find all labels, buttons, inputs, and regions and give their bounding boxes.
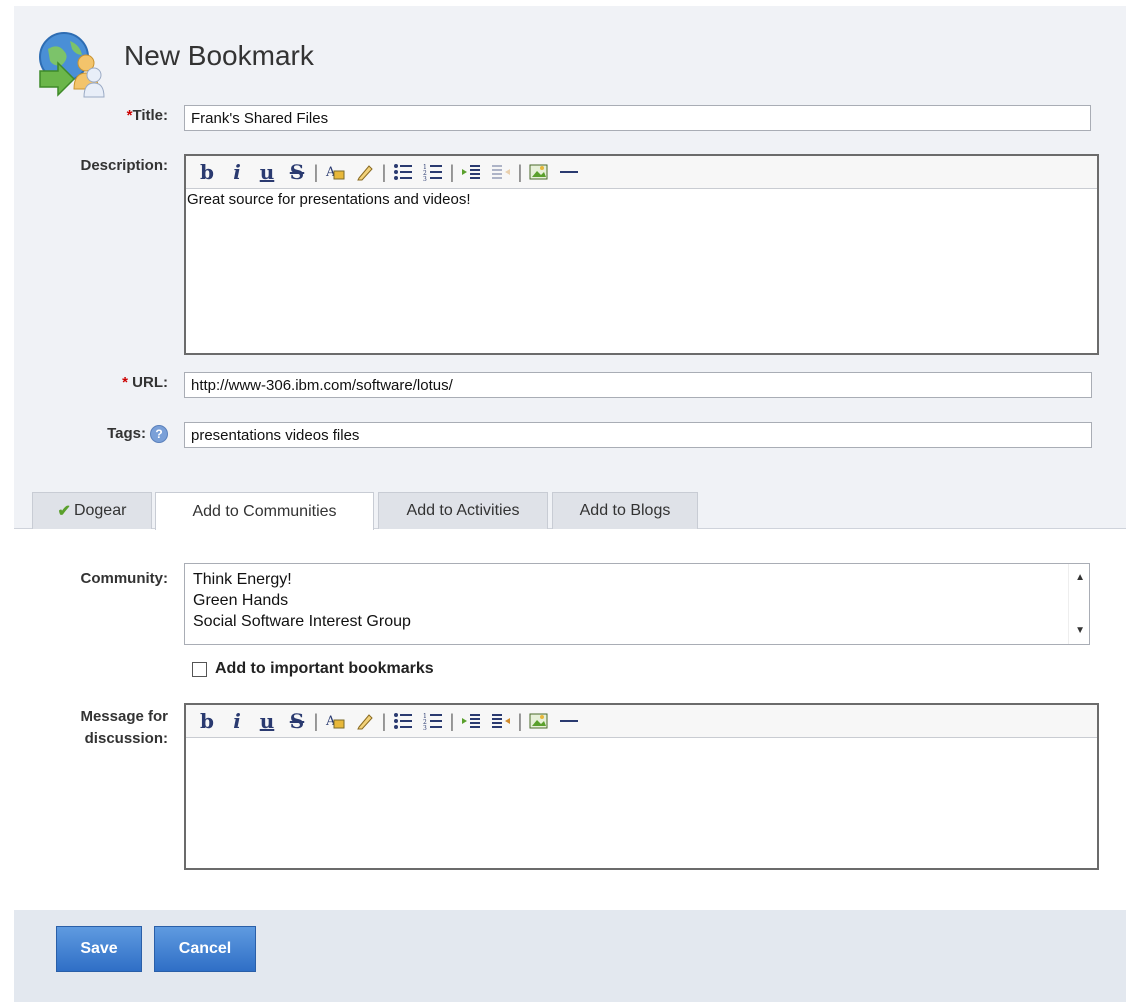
help-icon[interactable]: ? — [150, 425, 168, 444]
toolbar-separator: | — [381, 161, 387, 182]
tab-label: Add to Blogs — [579, 502, 671, 519]
title-label-text: Title: — [132, 107, 168, 124]
svg-text:3: 3 — [423, 725, 427, 730]
bullet-list-icon[interactable] — [388, 159, 418, 185]
important-bookmark-checkbox[interactable] — [192, 661, 207, 677]
highlight-pen-icon[interactable] — [350, 159, 380, 185]
underline-button[interactable]: u — [252, 708, 282, 734]
numbered-list-icon[interactable]: 123 — [418, 708, 448, 734]
description-toolbar: b i u S | A | 123 | | — [186, 156, 1097, 189]
indent-icon[interactable] — [456, 159, 486, 185]
tab-label: Add to Communities — [192, 502, 337, 520]
listbox-scrollbar[interactable]: ▲ ▼ — [1068, 564, 1089, 644]
community-listbox[interactable]: Think Energy! Green Hands Social Softwar… — [184, 563, 1090, 645]
message-label-line2: discussion: — [84, 730, 168, 747]
toolbar-separator: | — [517, 710, 523, 731]
tab-label: Dogear — [73, 502, 127, 519]
numbered-list-icon[interactable]: 123 — [418, 159, 448, 185]
strikethrough-button[interactable]: S — [282, 708, 312, 734]
message-editor[interactable]: b i u S | A | 123 | | — [184, 703, 1099, 870]
message-toolbar: b i u S | A | 123 | | — [186, 705, 1097, 738]
indent-icon[interactable] — [456, 708, 486, 734]
tab-add-to-blogs[interactable]: Add to Blogs — [552, 492, 698, 529]
tags-input[interactable]: presentations videos files — [184, 422, 1092, 448]
tab-dogear[interactable]: ✔ Dogear — [32, 492, 152, 529]
url-label: * URL: — [8, 374, 168, 391]
font-color-icon[interactable]: A — [320, 159, 350, 185]
toolbar-separator: | — [313, 161, 319, 182]
list-item[interactable]: Think Energy! — [185, 569, 1089, 590]
cancel-button[interactable]: Cancel — [154, 926, 256, 972]
bullet-list-icon[interactable] — [388, 708, 418, 734]
insert-image-icon[interactable] — [524, 159, 554, 185]
important-bookmark-label[interactable]: Add to important bookmarks — [215, 660, 434, 678]
scroll-up-icon[interactable]: ▲ — [1075, 572, 1085, 583]
description-text[interactable]: Great source for presentations and video… — [186, 189, 1097, 210]
tab-add-to-communities[interactable]: Add to Communities — [155, 492, 374, 530]
highlight-pen-icon[interactable] — [350, 708, 380, 734]
title-label: *Title: — [8, 107, 168, 124]
list-item[interactable]: Social Software Interest Group — [185, 611, 1089, 632]
tags-label-text: Tags: — [107, 425, 146, 442]
underline-button[interactable]: u — [252, 159, 282, 185]
svg-text:3: 3 — [423, 176, 427, 181]
page-title: New Bookmark — [124, 40, 314, 71]
horizontal-rule-icon[interactable] — [554, 159, 584, 185]
title-input[interactable]: Frank's Shared Files — [184, 105, 1091, 131]
check-icon: ✔ — [57, 503, 71, 520]
tab-label: Add to Activities — [406, 502, 520, 519]
toolbar-separator: | — [517, 161, 523, 182]
italic-button[interactable]: i — [222, 159, 252, 185]
strikethrough-button[interactable]: S — [282, 159, 312, 185]
outdent-icon[interactable] — [486, 708, 516, 734]
save-button[interactable]: Save — [56, 926, 142, 972]
description-label: Description: — [80, 157, 168, 174]
bold-button[interactable]: b — [192, 159, 222, 185]
message-text[interactable] — [186, 738, 1097, 742]
url-label-text: URL: — [132, 374, 168, 391]
description-editor[interactable]: b i u S | A | 123 | | Great source for p… — [184, 154, 1099, 355]
message-label-line1: Message for — [80, 708, 168, 725]
scroll-down-icon[interactable]: ▼ — [1075, 625, 1085, 636]
required-marker: * — [122, 374, 133, 391]
important-bookmark-row: Add to important bookmarks — [192, 660, 434, 678]
toolbar-separator: | — [381, 710, 387, 731]
font-color-icon[interactable]: A — [320, 708, 350, 734]
toolbar-separator: | — [313, 710, 319, 731]
message-label: Message for discussion: — [8, 706, 168, 750]
toolbar-separator: | — [449, 161, 455, 182]
italic-button[interactable]: i — [222, 708, 252, 734]
tags-label: Tags:? — [8, 425, 168, 444]
horizontal-rule-icon[interactable] — [554, 708, 584, 734]
list-item[interactable]: Green Hands — [185, 590, 1089, 611]
insert-image-icon[interactable] — [524, 708, 554, 734]
outdent-icon[interactable] — [486, 159, 516, 185]
url-input[interactable]: http://www-306.ibm.com/software/lotus/ — [184, 372, 1092, 398]
community-label: Community: — [80, 570, 169, 587]
bookmark-globe-people-icon — [39, 32, 105, 98]
bold-button[interactable]: b — [192, 708, 222, 734]
toolbar-separator: | — [449, 710, 455, 731]
tab-add-to-activities[interactable]: Add to Activities — [378, 492, 548, 529]
